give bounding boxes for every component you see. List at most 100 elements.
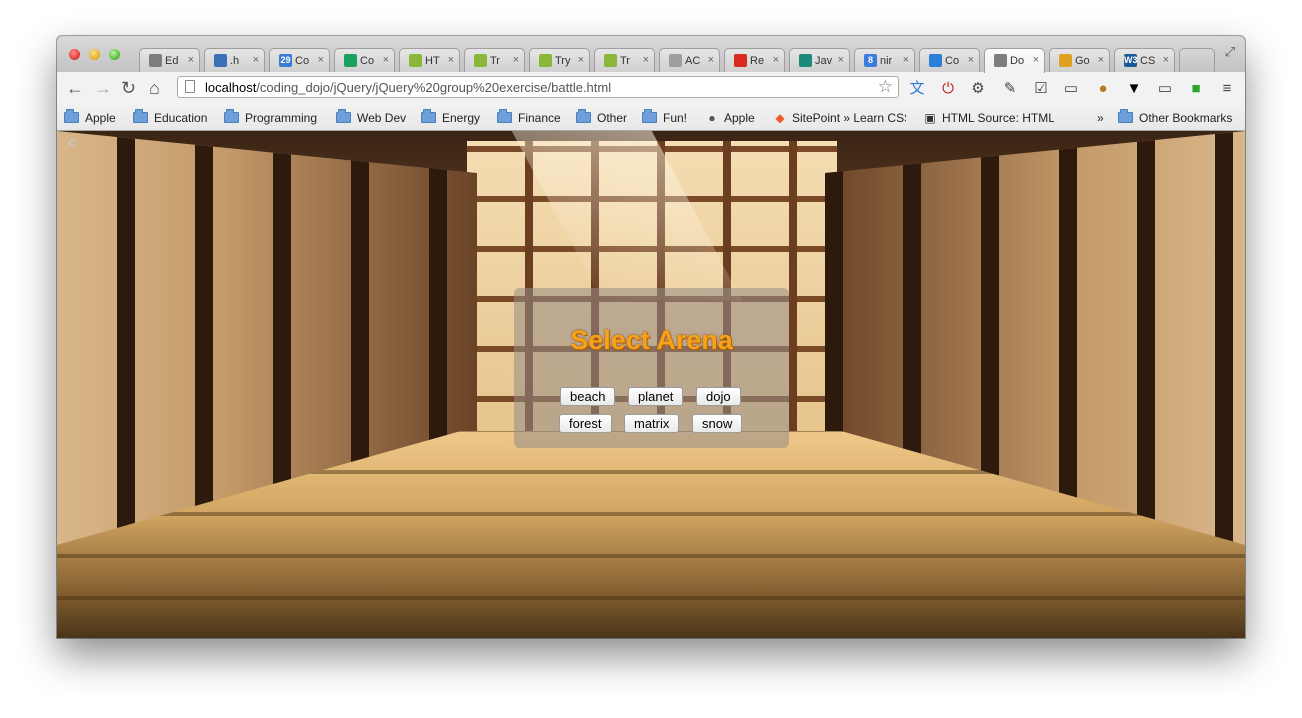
browser-tab[interactable]: 29 Co ×: [269, 48, 330, 72]
browser-tab[interactable]: Jav ×: [789, 48, 850, 72]
tab-close-icon[interactable]: ×: [448, 53, 454, 67]
bookmark-item[interactable]: Apple: [64, 109, 116, 126]
folder-icon: [1118, 109, 1133, 123]
reload-button[interactable]: ↻: [121, 78, 136, 98]
browser-tab[interactable]: Re ×: [724, 48, 785, 72]
arena-button-planet[interactable]: planet: [628, 387, 684, 406]
reload-icon: ↻: [121, 78, 137, 98]
adblock-icon[interactable]: ⏻: [939, 80, 957, 98]
bookmarks-overflow-button[interactable]: »: [1097, 110, 1104, 126]
dropbox-icon: [929, 54, 942, 67]
browser-tab[interactable]: W3 CS ×: [1114, 48, 1175, 72]
home-button[interactable]: ⌂: [149, 78, 160, 98]
tab-strip: Ed × .h × 29 Co × Co × HT × Tr × Try × Tr × AC × Re × Jav × 8 ni…: [57, 36, 1245, 73]
bookmark-item[interactable]: Programming: [224, 109, 318, 126]
tab-label: .h: [230, 55, 240, 67]
browser-tab[interactable]: Go ×: [1049, 48, 1110, 72]
back-arrow-icon: <: [67, 135, 77, 152]
checklist-icon[interactable]: ☑: [1032, 80, 1050, 98]
vimium-icon[interactable]: ▼: [1125, 80, 1143, 98]
browser-tab[interactable]: .h ×: [204, 48, 265, 72]
colorzilla-icon[interactable]: ■: [1187, 80, 1205, 98]
bookmark-item[interactable]: Education: [133, 109, 207, 126]
translate-icon[interactable]: 文: [908, 80, 926, 98]
arena-button-forest[interactable]: forest: [559, 414, 612, 433]
bookmark-item[interactable]: Fun!: [642, 109, 687, 126]
bookmark-item[interactable]: ◆ SitePoint » Learn CSS: [773, 110, 906, 126]
bookmark-item[interactable]: Finance: [497, 109, 561, 126]
window-resizer-icon[interactable]: ▭: [1156, 80, 1174, 98]
browser-tab[interactable]: 8 nir ×: [854, 48, 915, 72]
bookmark-item[interactable]: ▣ HTML Source: HTML: [923, 110, 1054, 126]
back-button[interactable]: ←: [66, 78, 84, 98]
browser-tab[interactable]: Co ×: [334, 48, 395, 72]
tab-close-icon[interactable]: ×: [318, 53, 324, 67]
browser-window: Ed × .h × 29 Co × Co × HT × Tr × Try × Tr × AC × Re × Jav × 8 ni…: [57, 36, 1245, 638]
menu-icon[interactable]: ≡: [1218, 80, 1236, 98]
tab-close-icon[interactable]: ×: [1098, 53, 1104, 67]
bookmark-label: HTML Source: HTML: [942, 111, 1054, 125]
tab-close-icon[interactable]: ×: [1163, 53, 1169, 67]
tab-close-icon[interactable]: ×: [838, 53, 844, 67]
gear-icon[interactable]: ⚙: [969, 80, 987, 98]
modal-title: Select Arena: [570, 325, 733, 355]
bookmark-item[interactable]: Energy: [421, 109, 480, 126]
html-source-icon: ▣: [924, 111, 936, 125]
tab-label: Try: [555, 55, 571, 67]
fullscreen-icon[interactable]: ⤢: [1225, 44, 1235, 60]
select-arena-modal: Select Arena beach planet dojo forest ma…: [514, 288, 789, 448]
forward-button[interactable]: →: [94, 78, 112, 98]
zoom-window-button[interactable]: [109, 49, 120, 60]
tab-label: AC: [685, 55, 701, 67]
tab-close-icon[interactable]: ×: [188, 53, 194, 67]
bookmark-item[interactable]: ● Apple: [705, 110, 754, 126]
tab-label: Do: [1010, 55, 1025, 67]
eyedropper-icon[interactable]: ✎: [1001, 80, 1019, 98]
browser-tab[interactable]: Tr ×: [464, 48, 525, 72]
bookmark-label: Apple: [85, 111, 116, 125]
browser-tab[interactable]: Do ×: [984, 48, 1045, 73]
browser-tab[interactable]: Co ×: [919, 48, 980, 72]
browser-tab[interactable]: AC ×: [659, 48, 720, 72]
browser-tab[interactable]: Try ×: [529, 48, 590, 72]
browser-tab[interactable]: HT ×: [399, 48, 460, 72]
bookmark-label: Programming: [245, 111, 318, 125]
browser-tab[interactable]: Tr ×: [594, 48, 655, 72]
tab-close-icon[interactable]: ×: [773, 53, 779, 67]
bookmark-star-icon[interactable]: ☆: [878, 77, 893, 97]
address-bar[interactable]: localhost/coding_dojo/jQuery/jQuery%20gr…: [177, 76, 899, 98]
arena-button-matrix[interactable]: matrix: [624, 414, 680, 433]
arena-button-beach[interactable]: beach: [560, 387, 616, 406]
tab-label: Go: [1075, 55, 1090, 67]
arena-button-snow[interactable]: snow: [692, 414, 743, 433]
arena-button-dojo[interactable]: dojo: [696, 387, 741, 406]
close-window-button[interactable]: [69, 49, 80, 60]
bookmarks-bar: » Other Bookmarks Apple Education Programm…: [57, 104, 1245, 131]
tab-close-icon[interactable]: ×: [253, 53, 259, 67]
minimize-window-button[interactable]: [89, 49, 100, 60]
tab-close-icon[interactable]: ×: [968, 53, 974, 67]
tab-close-icon[interactable]: ×: [513, 53, 519, 67]
url-text[interactable]: localhost/coding_dojo/jQuery/jQuery%20gr…: [205, 80, 611, 95]
tab-label: Re: [750, 55, 765, 67]
other-bookmarks-folder[interactable]: Other Bookmarks: [1118, 109, 1232, 126]
tab-close-icon[interactable]: ×: [643, 53, 649, 67]
folder-icon: [576, 109, 591, 123]
tab-label: Tr: [490, 55, 500, 67]
tab-close-icon[interactable]: ×: [578, 53, 584, 67]
ruler-icon[interactable]: ▭: [1062, 80, 1080, 98]
new-tab-button[interactable]: [1179, 48, 1215, 72]
page-content: < Select Arena beach planet dojo forest …: [57, 131, 1245, 638]
tab-close-icon[interactable]: ×: [903, 53, 909, 67]
tab-close-icon[interactable]: ×: [383, 53, 389, 67]
w3-icon: [409, 54, 422, 67]
tab-close-icon[interactable]: ×: [708, 53, 714, 67]
bookmark-item[interactable]: Other: [576, 109, 627, 126]
folder-icon: [421, 109, 436, 123]
cookie-icon[interactable]: ●: [1094, 80, 1112, 98]
bookmark-item[interactable]: Web Dev: [336, 109, 406, 126]
w3-icon: [474, 54, 487, 67]
browser-tab[interactable]: Ed ×: [139, 48, 200, 72]
tab-label: CS: [1140, 55, 1156, 67]
tab-close-icon[interactable]: ×: [1033, 53, 1039, 67]
